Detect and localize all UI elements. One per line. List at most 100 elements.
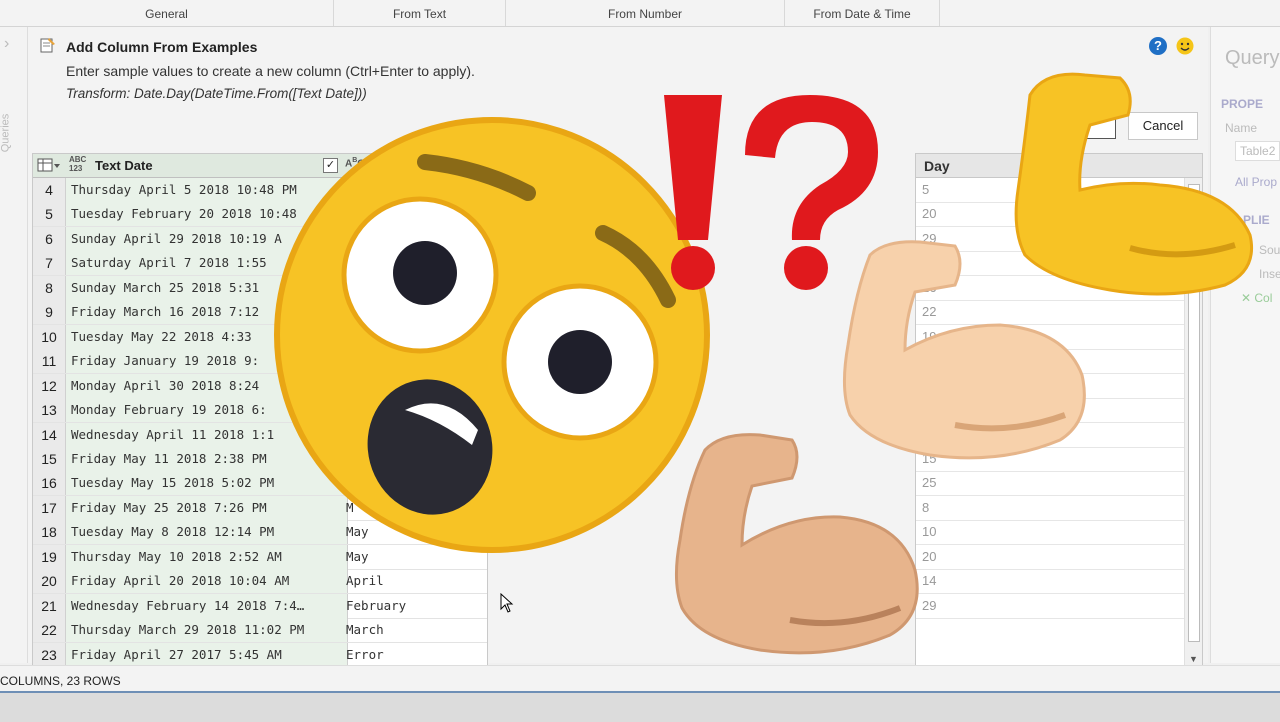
text-date-cell[interactable]: Monday February 19 2018 6: (66, 398, 348, 423)
all-properties-link[interactable]: All Prop (1235, 175, 1277, 189)
example-input-cell[interactable]: Error (343, 643, 487, 666)
vertical-scrollbar[interactable]: ▼ (1184, 178, 1202, 666)
text-date-cell[interactable]: Thursday April 5 2018 10:48 PM (66, 178, 348, 202)
example-input-cell[interactable] (343, 447, 487, 471)
scroll-down-arrow-icon[interactable]: ▼ (1189, 654, 1198, 664)
ribbon-group-from-date-time[interactable]: From Date & Time (785, 0, 940, 26)
row-number[interactable]: 15 (33, 446, 66, 471)
example-input-cell[interactable] (343, 349, 487, 373)
example-input-cell[interactable] (343, 251, 487, 275)
table-row[interactable]: 14 Wednesday April 11 2018 1:1 (33, 422, 487, 448)
row-number[interactable]: 5 (33, 202, 66, 227)
table-row[interactable]: 6 Sunday April 29 2018 10:19 A (33, 226, 487, 252)
step-inserted[interactable]: Inse (1259, 267, 1280, 281)
row-number[interactable]: 23 (33, 642, 66, 666)
table-row[interactable]: 16 Tuesday May 15 2018 5:02 PM (33, 471, 487, 497)
text-date-cell[interactable]: Friday March 16 2018 7:12 (66, 300, 348, 325)
text-date-cell[interactable]: Tuesday May 22 2018 4:33 (66, 324, 348, 349)
row-number[interactable]: 16 (33, 471, 66, 496)
table-row[interactable]: 4 Thursday April 5 2018 10:48 PM (33, 178, 487, 203)
row-number[interactable]: 12 (33, 373, 66, 398)
table-menu-icon[interactable] (37, 158, 61, 173)
ok-button[interactable] (1058, 113, 1116, 139)
any-type-icon[interactable]: ABC 123 (69, 155, 86, 173)
row-number[interactable]: 14 (33, 422, 66, 447)
row-number[interactable]: 6 (33, 226, 66, 251)
help-icon[interactable]: ? (1149, 37, 1167, 55)
row-number[interactable]: 19 (33, 544, 66, 569)
text-date-cell[interactable]: Sunday April 29 2018 10:19 A (66, 226, 348, 251)
example-input-cell[interactable]: March (343, 618, 487, 642)
expand-chevron-icon[interactable]: › (4, 35, 9, 53)
row-number[interactable]: 21 (33, 593, 66, 618)
example-input-cell[interactable] (343, 423, 487, 447)
step-source[interactable]: Sou (1259, 243, 1280, 257)
table-row[interactable]: 8 Sunday March 25 2018 5:31 (33, 275, 487, 301)
table-row[interactable]: 5 Tuesday February 20 2018 10:48 (33, 202, 487, 228)
cancel-button[interactable]: Cancel (1128, 112, 1198, 140)
text-date-cell[interactable]: Tuesday February 20 2018 10:48 (66, 202, 348, 227)
column-header-text-date[interactable]: Text Date (95, 158, 153, 173)
row-number[interactable]: 7 (33, 251, 66, 276)
row-number[interactable]: 8 (33, 275, 66, 300)
text-date-cell[interactable]: Tuesday May 8 2018 12:14 PM (66, 520, 348, 545)
ribbon-group-from-number[interactable]: From Number (506, 0, 785, 26)
text-date-cell[interactable]: Thursday May 10 2018 2:52 AM (66, 544, 348, 569)
row-number[interactable]: 4 (33, 178, 66, 202)
day-column-header[interactable]: Day (916, 154, 1202, 178)
query-name-field[interactable]: Table2 (1235, 141, 1280, 161)
text-date-cell[interactable]: Friday April 27 2017 5:45 AM (66, 642, 348, 666)
step-column[interactable]: ✕ Col (1241, 291, 1272, 305)
row-number[interactable]: 20 (33, 569, 66, 594)
text-date-cell[interactable]: Friday May 11 2018 2:38 PM (66, 446, 348, 471)
scrollbar-thumb[interactable] (1188, 184, 1200, 642)
table-row[interactable]: 13 Monday February 19 2018 6: (33, 398, 487, 424)
example-input-cell[interactable]: April (343, 569, 487, 593)
table-row[interactable]: 11 Friday January 19 2018 9: (33, 349, 487, 375)
text-date-cell[interactable]: Friday May 25 2018 7:26 PM (66, 495, 348, 520)
text-type-icon[interactable]: ABC (345, 157, 365, 169)
example-input-cell[interactable] (343, 276, 487, 300)
table-row[interactable]: 7 Saturday April 7 2018 1:55 (33, 251, 487, 277)
text-date-cell[interactable]: Friday April 20 2018 10:04 AM (66, 569, 348, 594)
example-input-cell[interactable] (343, 178, 487, 202)
row-number[interactable]: 13 (33, 398, 66, 423)
row-number[interactable]: 9 (33, 300, 66, 325)
row-number[interactable]: 11 (33, 349, 66, 374)
table-row[interactable]: 20 Friday April 20 2018 10:04 AM April (33, 569, 487, 595)
example-input-cell[interactable]: February (343, 594, 487, 618)
row-number[interactable]: 22 (33, 618, 66, 643)
text-date-cell[interactable]: Wednesday April 11 2018 1:1 (66, 422, 348, 447)
table-row[interactable]: 23 Friday April 27 2017 5:45 AM Error (33, 642, 487, 666)
example-input-cell[interactable]: M (343, 496, 487, 520)
table-row[interactable]: 17 Friday May 25 2018 7:26 PM M (33, 495, 487, 521)
example-input-cell[interactable]: May (343, 545, 487, 569)
row-number[interactable]: 10 (33, 324, 66, 349)
table-row[interactable]: 21 Wednesday February 14 2018 7:4… Februar… (33, 593, 487, 619)
example-input-cell[interactable] (343, 471, 487, 495)
row-number[interactable]: 18 (33, 520, 66, 545)
ribbon-group-from-text[interactable]: From Text (334, 0, 506, 26)
smile-feedback-icon[interactable] (1176, 37, 1194, 55)
table-row[interactable]: 10 Tuesday May 22 2018 4:33 (33, 324, 487, 350)
example-input-cell[interactable]: May (343, 520, 487, 544)
row-number[interactable]: 17 (33, 495, 66, 520)
example-input-cell[interactable] (343, 398, 487, 422)
table-row[interactable]: 12 Monday April 30 2018 8:24 (33, 373, 487, 399)
text-date-cell[interactable]: Thursday March 29 2018 11:02 PM (66, 618, 348, 643)
ribbon-group-general[interactable]: General (0, 0, 334, 26)
example-input-cell[interactable] (343, 202, 487, 226)
queries-pane-collapsed[interactable]: › Queries (0, 27, 28, 663)
example-input-cell[interactable] (343, 227, 487, 251)
text-date-cell[interactable]: Wednesday February 14 2018 7:4… (66, 593, 348, 618)
table-row[interactable]: 18 Tuesday May 8 2018 12:14 PM May (33, 520, 487, 546)
text-date-cell[interactable]: Friday January 19 2018 9: (66, 349, 348, 374)
text-date-cell[interactable]: Tuesday May 15 2018 5:02 PM (66, 471, 348, 496)
table-row[interactable]: 15 Friday May 11 2018 2:38 PM (33, 446, 487, 472)
table-row[interactable]: 9 Friday March 16 2018 7:12 (33, 300, 487, 326)
text-date-cell[interactable]: Sunday March 25 2018 5:31 (66, 275, 348, 300)
table-row[interactable]: 19 Thursday May 10 2018 2:52 AM May (33, 544, 487, 570)
column-select-checkbox[interactable]: ✓ (323, 158, 338, 173)
example-input-cell[interactable] (343, 325, 487, 349)
text-date-cell[interactable]: Monday April 30 2018 8:24 (66, 373, 348, 398)
